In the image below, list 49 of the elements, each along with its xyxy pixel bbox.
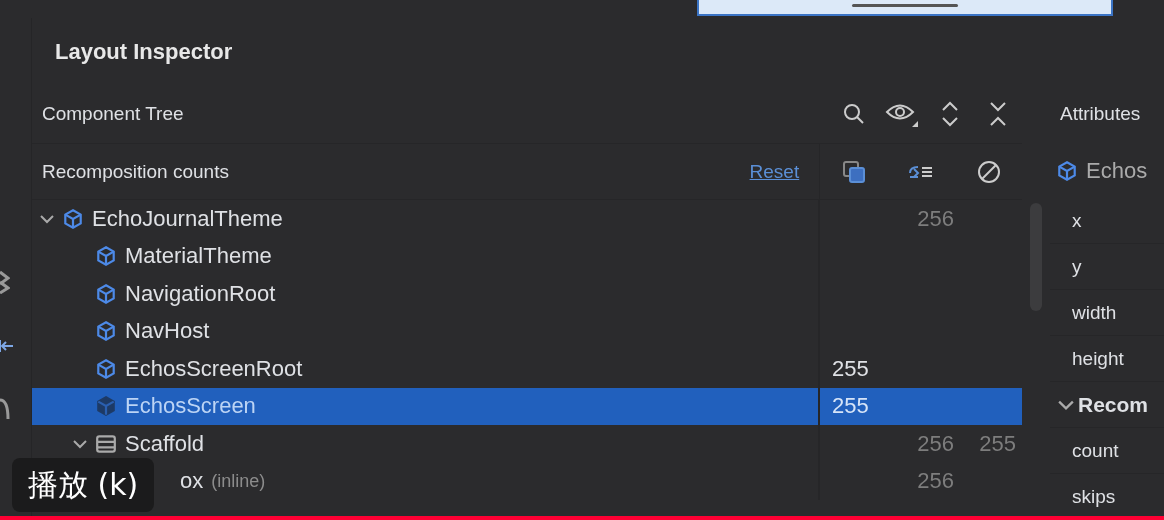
component-icon (95, 282, 117, 305)
side-tool-icon (0, 398, 10, 420)
collapse-icon[interactable] (988, 100, 1008, 128)
tree-row[interactable]: NavHost (32, 312, 1022, 350)
node-name: EchosScreen (125, 393, 256, 420)
section-title: Attributes (1060, 103, 1141, 125)
attribute-label: x (1072, 209, 1082, 232)
node-name: NavigationRoot (125, 280, 276, 307)
node-name: EchoJournalTheme (92, 205, 283, 232)
attribute-label: count (1072, 439, 1119, 462)
count-value: 256 (917, 205, 954, 231)
node-name: MaterialTheme (125, 243, 272, 270)
attribute-label: skips (1072, 485, 1116, 508)
attribute-label: width (1072, 301, 1117, 324)
node-name: Scaffold (125, 430, 205, 457)
recomposition-label: Recomposition counts (42, 160, 229, 183)
count-value: 255 (832, 355, 869, 381)
tree-row[interactable]: EchosScreen 255 (32, 387, 1022, 425)
count-value: 255 (979, 430, 1016, 456)
count-value: 256 (917, 468, 954, 494)
node-name: NavHost (125, 318, 210, 345)
reset-link[interactable]: Reset (749, 160, 800, 183)
component-icon (95, 245, 117, 268)
attribute-section: Recom (1078, 392, 1149, 417)
section-title: Component Tree (42, 103, 184, 125)
search-icon[interactable] (842, 102, 866, 126)
component-icon (62, 207, 84, 230)
tooltip: 播放 (k) (12, 458, 155, 512)
layout-icon (95, 432, 117, 455)
tree-row[interactable]: MaterialTheme (32, 237, 1022, 275)
tree-row[interactable]: EchoJournalTheme 256 (32, 200, 1022, 238)
side-tool-icon (0, 270, 10, 294)
component-icon (1056, 159, 1078, 182)
component-icon (95, 357, 117, 380)
attribute-label: height (1072, 347, 1124, 370)
component-name: Echos (1086, 157, 1148, 184)
tree-row[interactable]: NavigationRoot (32, 275, 1022, 313)
attribute-label: y (1072, 255, 1082, 278)
panel-title: Layout Inspector (55, 38, 233, 65)
node-suffix: (inline) (211, 470, 266, 492)
copy-icon[interactable] (841, 159, 866, 184)
component-icon (95, 320, 117, 343)
disable-icon[interactable] (976, 159, 1001, 184)
expand-icon[interactable] (940, 100, 960, 128)
component-icon (95, 395, 117, 418)
node-name: ox (180, 468, 204, 495)
count-value: 256 (917, 430, 954, 456)
count-value: 255 (832, 393, 869, 419)
node-name: EchosScreenRoot (125, 355, 303, 382)
